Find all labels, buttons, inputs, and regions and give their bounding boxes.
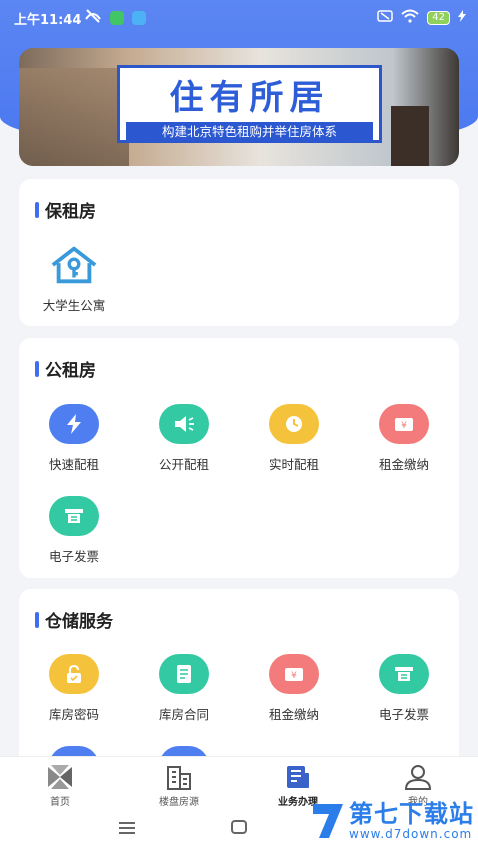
item-warehouse-contract[interactable]: 库房合同	[139, 654, 229, 723]
item-realtime-allocation[interactable]: 实时配租	[249, 404, 339, 473]
home-button-icon[interactable]	[230, 819, 248, 839]
charging-icon	[458, 10, 466, 26]
yuan-wallet-icon: ¥	[269, 654, 319, 694]
yuan-wallet-icon: ¥	[379, 404, 429, 444]
section-accent-bar	[35, 360, 39, 377]
sim-icon	[377, 10, 394, 26]
section-title: 仓储服务	[45, 612, 113, 632]
item-label: 快速配租	[48, 457, 99, 472]
section-title: 保租房	[45, 202, 96, 222]
status-bar: 上午11:44 42	[0, 0, 478, 34]
item-label: 公开配租	[158, 457, 209, 472]
house-key-icon	[49, 245, 99, 285]
wifi-icon	[401, 9, 419, 27]
building-icon	[164, 763, 194, 791]
item-warehouse-password[interactable]: 库房密码	[29, 654, 119, 723]
home-icon	[45, 763, 75, 791]
lock-icon	[49, 654, 99, 694]
lightning-icon	[49, 404, 99, 444]
banner-title: 住有所居	[169, 78, 330, 118]
clock-icon	[269, 404, 319, 444]
wechat-icon	[110, 11, 124, 25]
contract-icon	[159, 654, 209, 694]
svg-text:¥: ¥	[401, 421, 407, 431]
item-label: 库房密码	[48, 707, 99, 722]
section-storage: 仓储服务 库房密码 库房合同 ¥ 租金缴纳 电子发票	[19, 589, 459, 769]
item-rent-payment[interactable]: ¥ 租金缴纳	[359, 404, 449, 473]
tab-home[interactable]: 首页	[0, 757, 120, 808]
section-baozufang: 保租房 大学生公寓	[19, 179, 459, 326]
section-accent-bar	[35, 201, 39, 218]
site-watermark: 第七下载站 www.d7down.com	[309, 800, 474, 842]
item-label: 租金缴纳	[268, 707, 319, 722]
invoice-icon	[49, 496, 99, 536]
watermark-text: 第七下载站	[349, 800, 474, 828]
invoice-icon	[379, 654, 429, 694]
item-label: 租金缴纳	[378, 457, 429, 472]
watermark-logo-icon	[309, 800, 347, 842]
promo-banner[interactable]: 住有所居 构建北京特色租购并举住房体系	[19, 48, 459, 166]
section-accent-bar	[35, 611, 39, 628]
upload-icon	[132, 11, 146, 25]
watermark-url: www.d7down.com	[349, 827, 473, 841]
svg-text:¥: ¥	[291, 671, 297, 681]
battery-icon: 42	[427, 11, 450, 25]
item-public-allocation[interactable]: 公开配租	[139, 404, 229, 473]
section-gongzufang: 公租房 快速配租 公开配租 实时配租 ¥ 租金缴纳 电子发票	[19, 338, 459, 578]
item-label: 大学生公寓	[42, 298, 106, 313]
banner-shelf-image	[19, 68, 129, 166]
item-label: 电子发票	[48, 549, 99, 564]
banner-board: 住有所居 构建北京特色租购并举住房体系	[117, 65, 382, 143]
item-e-invoice[interactable]: 电子发票	[29, 496, 119, 565]
item-storage-rent-payment[interactable]: ¥ 租金缴纳	[249, 654, 339, 723]
tab-properties[interactable]: 楼盘房源	[119, 757, 239, 808]
business-icon	[283, 763, 313, 791]
item-storage-e-invoice[interactable]: 电子发票	[359, 654, 449, 723]
profile-icon	[403, 763, 433, 791]
banner-subtitle: 构建北京特色租购并举住房体系	[126, 122, 373, 142]
item-student-apartment[interactable]: 大学生公寓	[29, 245, 119, 314]
section-title: 公租房	[45, 361, 96, 381]
banner-door-image	[391, 106, 429, 166]
item-label: 实时配租	[268, 457, 319, 472]
item-quick-allocation[interactable]: 快速配租	[29, 404, 119, 473]
muted-icon	[84, 9, 102, 27]
menu-icon[interactable]	[118, 820, 136, 839]
item-label: 库房合同	[158, 707, 209, 722]
item-label: 电子发票	[378, 707, 429, 722]
megaphone-icon	[159, 404, 209, 444]
status-time: 上午11:44	[14, 13, 82, 28]
